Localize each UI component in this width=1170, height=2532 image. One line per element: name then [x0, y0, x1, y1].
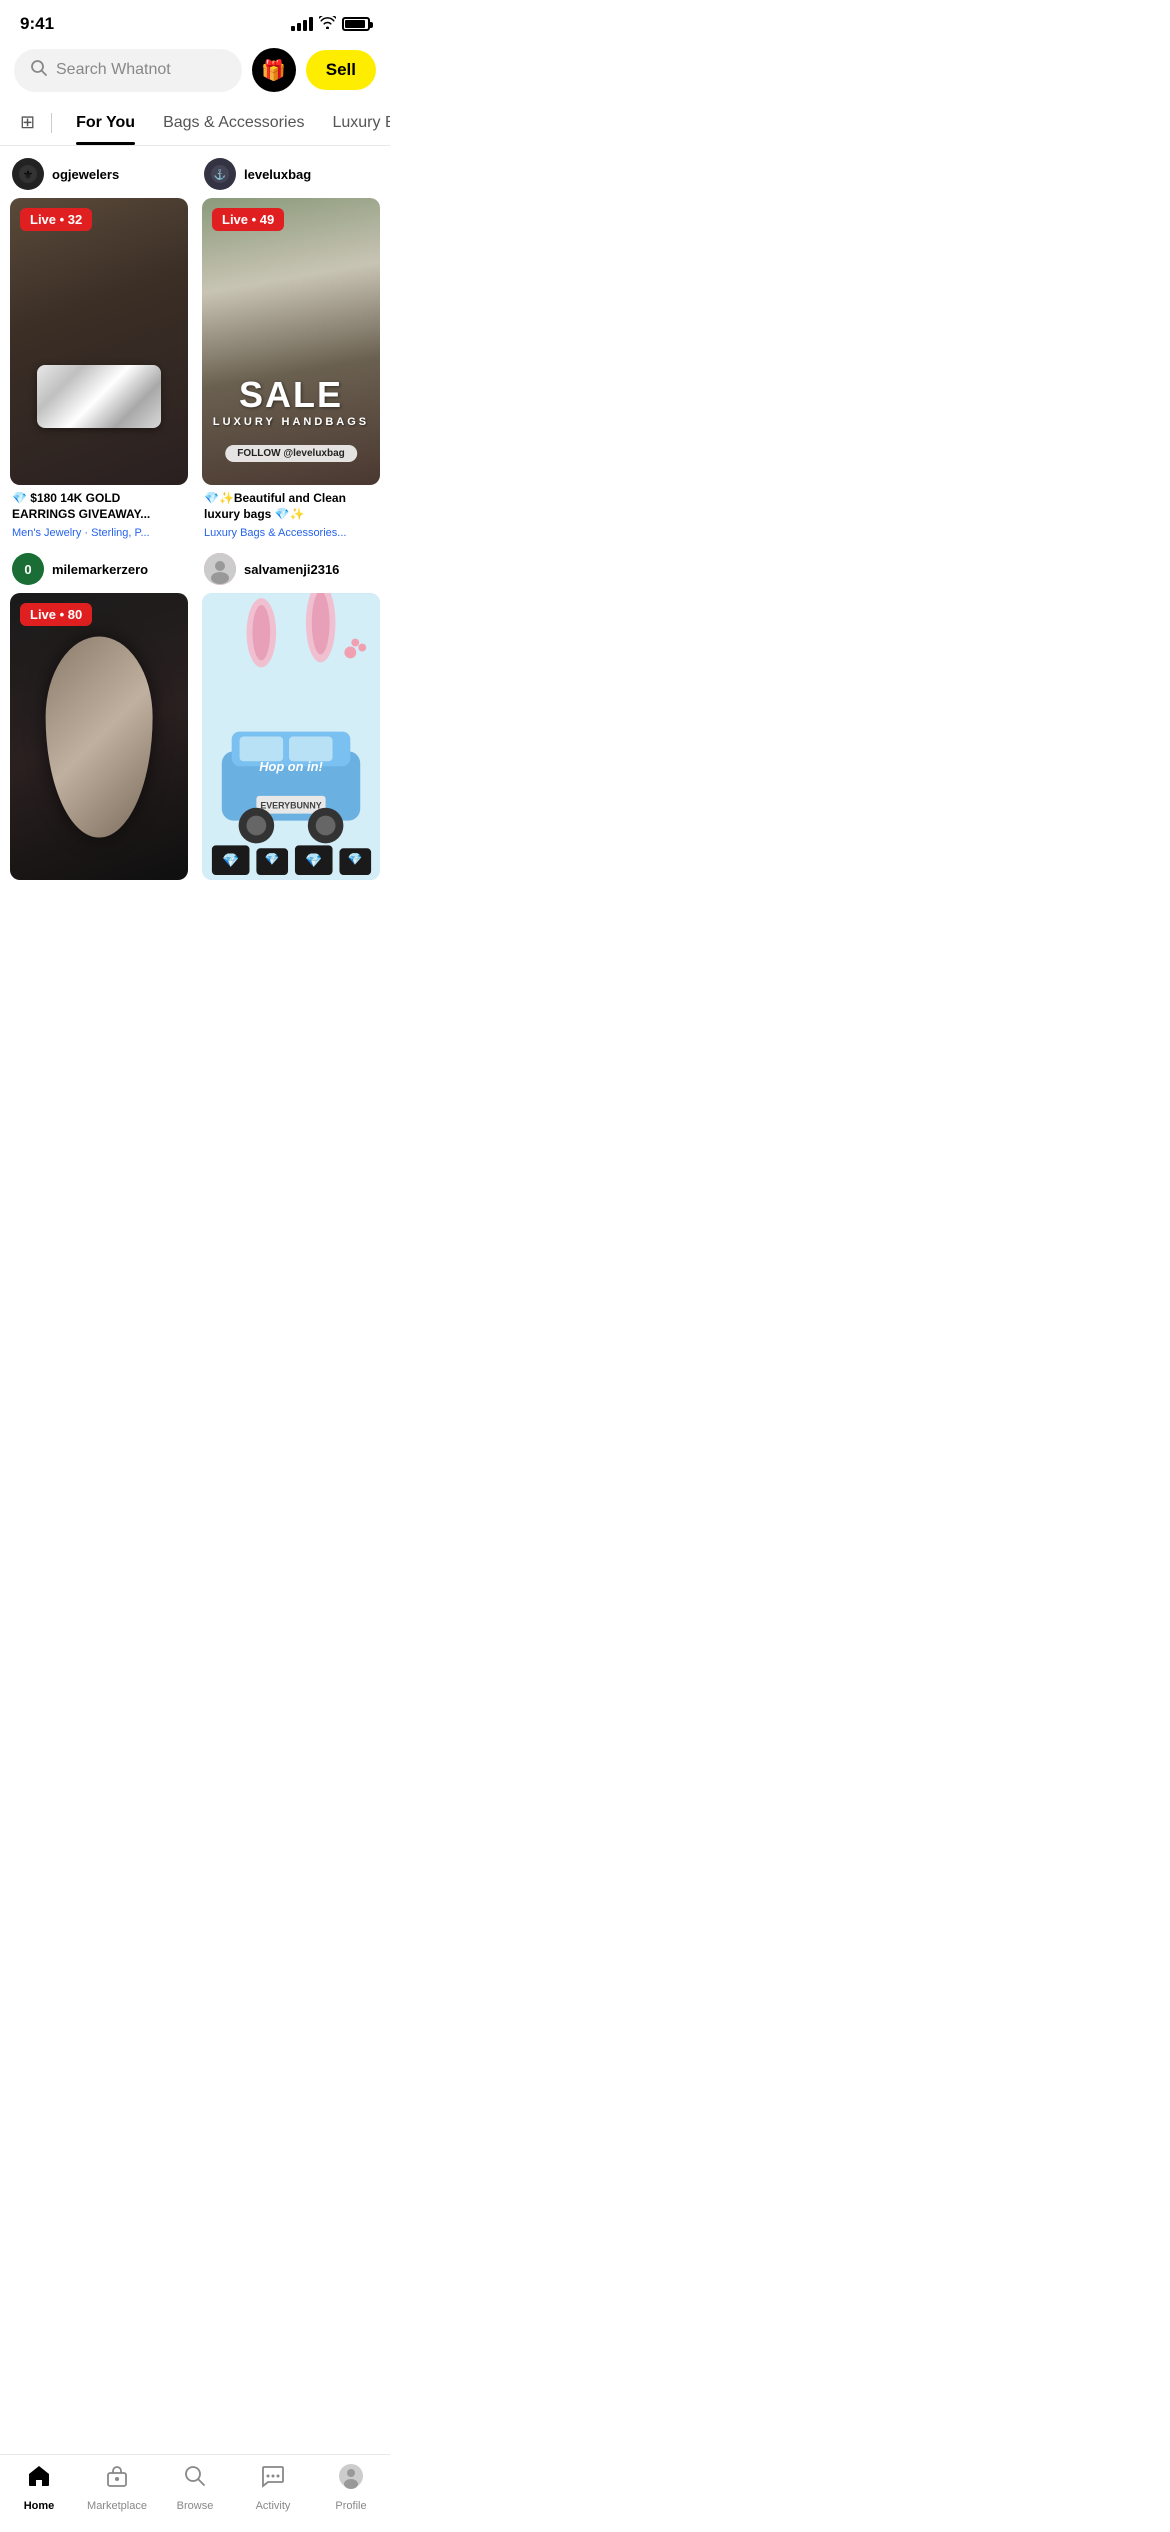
nav-browse-label: Browse — [177, 2500, 214, 2512]
user-row-ogjewelers: ⚜ ogjewelers — [10, 158, 188, 194]
svg-text:⚜: ⚜ — [23, 168, 34, 182]
search-bar[interactable]: Search Whatnot — [14, 49, 242, 92]
stream-subcaption-leveluxbag: Luxury Bags & Accessories... — [202, 526, 380, 539]
avatar-leveluxbag: ⚓ — [204, 158, 236, 190]
tab-bags-accessories[interactable]: Bags & Accessories — [149, 102, 318, 144]
marketplace-icon — [104, 2463, 130, 2496]
stream-caption-leveluxbag: 💎✨Beautiful and Clean luxury bags 💎✨ — [202, 489, 380, 522]
browse-icon — [182, 2463, 208, 2496]
tab-for-you[interactable]: For You — [62, 102, 149, 144]
signal-icon — [291, 17, 313, 31]
bottom-nav: Home Marketplace Browse — [0, 2454, 390, 2532]
stream-card-milemarkerzero[interactable]: 0 milemarkerzero Live • 80 — [10, 553, 188, 880]
sale-text: SALE — [202, 374, 380, 416]
stream-card-leveluxbag[interactable]: ⚓ leveluxbag Live • 49 SALE LUXURY HANDB… — [202, 158, 380, 539]
stream-thumb-salvamenji2316[interactable]: Live • 18 — [202, 593, 380, 880]
nav-profile[interactable]: Profile — [312, 2463, 390, 2512]
svg-text:⚓: ⚓ — [214, 168, 226, 181]
avatar-ogjewelers: ⚜ — [12, 158, 44, 190]
sale-overlay: SALE LUXURY HANDBAGS — [202, 374, 380, 428]
stream-grid: ⚜ ogjewelers Live • 32 💎 $180 14K GOLD E… — [0, 146, 390, 892]
live-badge-leveluxbag: Live • 49 — [212, 208, 284, 231]
sale-subtext: LUXURY HANDBAGS — [202, 416, 380, 428]
status-icons — [291, 16, 370, 32]
stream-thumb-milemarkerzero[interactable]: Live • 80 — [10, 593, 188, 880]
user-row-salvamenji2316: salvamenji2316 — [202, 553, 380, 589]
stream-card-ogjewelers[interactable]: ⚜ ogjewelers Live • 32 💎 $180 14K GOLD E… — [10, 158, 188, 539]
stream-caption-ogjewelers: 💎 $180 14K GOLD EARRINGS GIVEAWAY... — [10, 489, 188, 522]
stream-thumb-leveluxbag[interactable]: Live • 49 SALE LUXURY HANDBAGS FOLLOW @l… — [202, 198, 380, 485]
nav-activity[interactable]: Activity — [234, 2463, 312, 2512]
nav-profile-label: Profile — [335, 2500, 366, 2512]
activity-icon — [260, 2463, 286, 2496]
stream-subcaption-ogjewelers: Men's Jewelry · Sterling, P... — [10, 526, 188, 539]
username-salvamenji2316: salvamenji2316 — [244, 562, 339, 577]
home-icon — [26, 2463, 52, 2496]
nav-marketplace[interactable]: Marketplace — [78, 2463, 156, 2512]
live-badge-ogjewelers: Live • 32 — [20, 208, 92, 231]
nav-home-label: Home — [24, 2500, 55, 2512]
search-placeholder: Search Whatnot — [56, 61, 171, 79]
grid-icon[interactable]: ⊞ — [14, 100, 41, 145]
svg-text:0: 0 — [24, 562, 31, 577]
tab-luxury-bags[interactable]: Luxury Bags — [318, 102, 390, 144]
search-area: Search Whatnot 🎁 Sell — [0, 40, 390, 100]
wifi-icon — [319, 16, 336, 32]
stream-card-salvamenji2316[interactable]: salvamenji2316 Live • 18 — [202, 553, 380, 880]
profile-icon — [338, 2463, 364, 2496]
user-row-milemarkerzero: 0 milemarkerzero — [10, 553, 188, 589]
follow-tag: FOLLOW @leveluxbag — [225, 445, 357, 462]
username-milemarkerzero: milemarkerzero — [52, 562, 148, 577]
svg-text:💎: 💎 — [305, 852, 322, 868]
stream-thumb-ogjewelers[interactable]: Live • 32 — [10, 198, 188, 485]
gift-icon: 🎁 — [261, 58, 286, 83]
username-ogjewelers: ogjewelers — [52, 167, 119, 182]
user-row-leveluxbag: ⚓ leveluxbag — [202, 158, 380, 194]
svg-text:EVERYBUNNY: EVERYBUNNY — [260, 801, 321, 811]
category-tabs: ⊞ For You Bags & Accessories Luxury Bags — [0, 100, 390, 146]
gift-button[interactable]: 🎁 — [252, 48, 296, 92]
username-leveluxbag: leveluxbag — [244, 167, 311, 182]
sell-button[interactable]: Sell — [306, 50, 376, 90]
svg-text:💎: 💎 — [222, 852, 239, 868]
nav-activity-label: Activity — [256, 2500, 291, 2512]
nav-home[interactable]: Home — [0, 2463, 78, 2512]
search-icon — [30, 59, 48, 82]
status-bar: 9:41 — [0, 0, 390, 40]
svg-text:💎: 💎 — [265, 852, 280, 866]
nav-browse[interactable]: Browse — [156, 2463, 234, 2512]
svg-text:Hop on in!: Hop on in! — [259, 759, 323, 774]
svg-text:💎: 💎 — [348, 852, 363, 866]
live-badge-milemarkerzero: Live • 80 — [20, 603, 92, 626]
status-time: 9:41 — [20, 14, 54, 34]
avatar-salvamenji2316 — [204, 553, 236, 585]
tab-divider — [51, 113, 52, 133]
nav-marketplace-label: Marketplace — [87, 2500, 147, 2512]
avatar-milemarkerzero: 0 — [12, 553, 44, 585]
battery-icon — [342, 17, 370, 31]
